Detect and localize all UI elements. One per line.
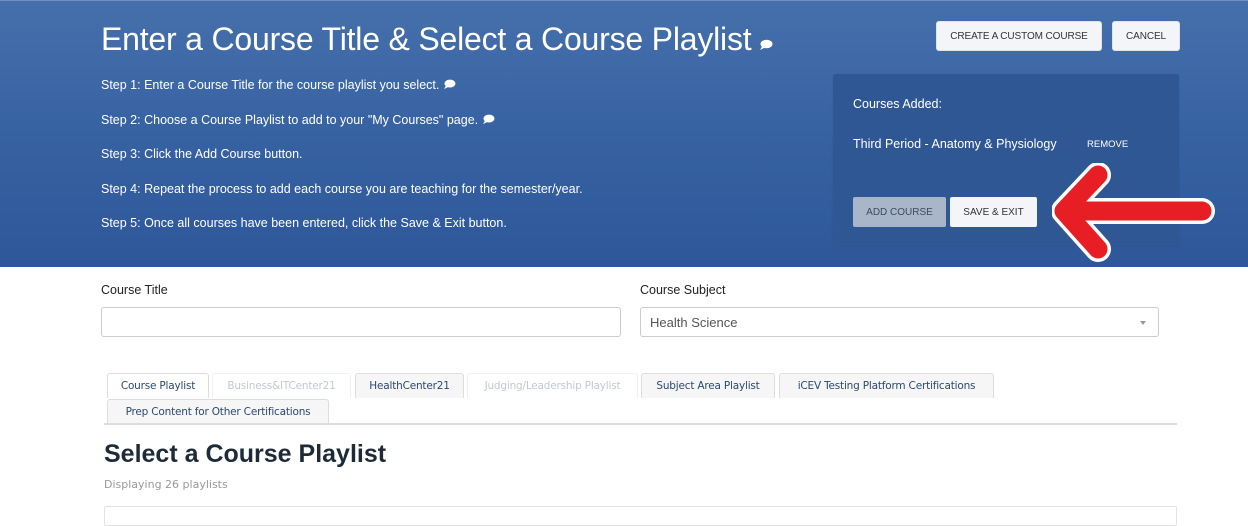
create-custom-course-button[interactable]: CREATE A CUSTOM COURSE [936,21,1102,51]
step-3: Step 3: Click the Add Course button. [101,146,583,181]
cancel-button[interactable]: CANCEL [1112,21,1180,51]
page-title: Enter a Course Title & Select a Course P… [101,21,773,58]
speech-bubble-icon[interactable] [443,79,456,90]
courses-added-heading: Courses Added: [853,97,942,111]
tab-business-it-center21[interactable]: Business&ITCenter21 [212,373,351,398]
step-text: Step 5: Once all courses have been enter… [101,216,507,230]
section-title: Select a Course Playlist [104,440,387,468]
remove-course-button[interactable]: REMOVE [1087,139,1128,150]
chevron-down-icon [1140,321,1146,325]
added-course-name: Third Period - Anatomy & Physiology [853,137,1057,151]
annotation-arrow-icon [1052,163,1215,262]
step-1: Step 1: Enter a Course Title for the cou… [101,77,583,112]
step-4: Step 4: Repeat the process to add each c… [101,181,583,216]
tab-course-playlist[interactable]: Course Playlist [107,373,209,398]
tab-icev-testing-certifications[interactable]: iCEV Testing Platform Certifications [779,373,994,398]
course-title-label: Course Title [101,283,168,297]
tab-prep-content-other-certifications[interactable]: Prep Content for Other Certifications [107,399,329,424]
tabs-divider [104,423,1177,425]
step-text: Step 3: Click the Add Course button. [101,147,303,161]
tab-subject-area-playlist[interactable]: Subject Area Playlist [641,373,775,398]
page-header: Enter a Course Title & Select a Course P… [0,0,1248,267]
step-text: Step 1: Enter a Course Title for the cou… [101,78,440,92]
speech-bubble-icon[interactable] [759,39,773,51]
instructions-list: Step 1: Enter a Course Title for the cou… [101,77,583,250]
step-text: Step 4: Repeat the process to add each c… [101,181,583,196]
step-text: Step 2: Choose a Course Playlist to add … [101,112,479,127]
tab-judging-leadership-playlist[interactable]: Judging/Leadership Playlist [467,373,638,398]
course-subject-value: Health Science [650,314,738,330]
save-exit-button[interactable]: SAVE & EXIT [950,197,1037,227]
course-subject-select[interactable]: Health Science [640,307,1159,337]
add-course-button[interactable]: ADD COURSE [853,197,946,227]
tab-health-center21[interactable]: HealthCenter21 [355,373,464,398]
page-title-text: Enter a Course Title & Select a Course P… [101,21,752,57]
playlist-list [104,506,1177,526]
speech-bubble-icon[interactable] [482,114,495,125]
step-5: Step 5: Once all courses have been enter… [101,215,583,250]
course-title-input[interactable] [101,307,621,337]
step-2: Step 2: Choose a Course Playlist to add … [101,112,583,147]
course-subject-label: Course Subject [640,283,726,297]
playlist-count: Displaying 26 playlists [104,478,228,491]
